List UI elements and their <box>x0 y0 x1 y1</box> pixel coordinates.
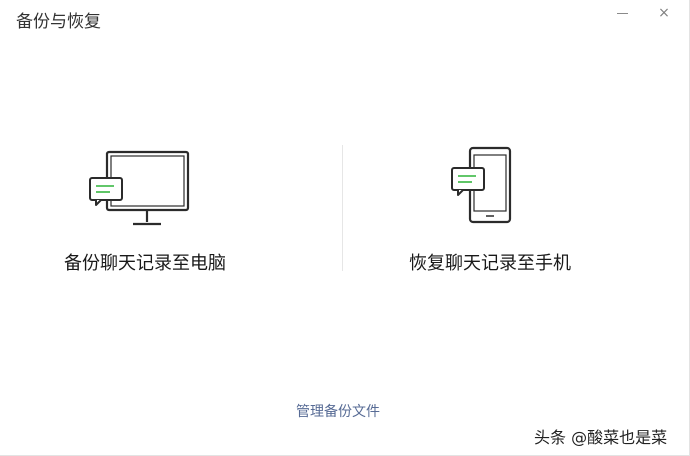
close-icon: × <box>658 5 670 21</box>
minimize-icon <box>616 12 628 14</box>
close-button[interactable]: × <box>654 4 674 22</box>
backup-to-pc-label: 备份聊天记录至电脑 <box>64 253 226 274</box>
window-title: 备份与恢复 <box>16 12 101 32</box>
monitor-chat-icon <box>89 150 190 226</box>
restore-to-phone-option[interactable]: 恢复聊天记录至手机 <box>345 140 645 280</box>
backup-restore-window: 备份与恢复 × 备份聊天记录至电脑 恢复聊天记录至手机 管理备份文件 头条 @酸… <box>0 0 690 456</box>
watermark-text: 头条 @酸菜也是菜 <box>534 428 668 447</box>
phone-chat-icon <box>451 146 512 224</box>
minimize-button[interactable] <box>612 4 632 22</box>
backup-to-pc-option[interactable]: 备份聊天记录至电脑 <box>0 140 300 280</box>
restore-to-phone-label: 恢复聊天记录至手机 <box>409 253 571 274</box>
manage-backup-files-link[interactable]: 管理备份文件 <box>296 401 380 421</box>
